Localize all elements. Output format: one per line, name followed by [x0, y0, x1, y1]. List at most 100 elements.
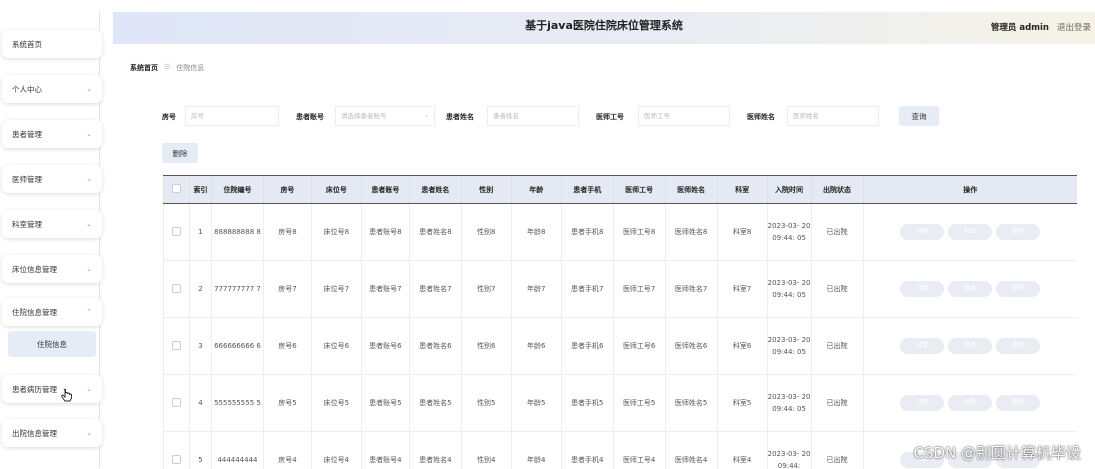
sidebar-item-discharge-management[interactable]: 出院信息管理 ⌄ — [2, 419, 102, 447]
table-cell-dept: 科室8 — [716, 203, 768, 261]
table-cell-time: 2023-03- 20 09:44: — [766, 431, 812, 469]
sidebar-item-bed-management[interactable]: 床位信息管理 ⌄ — [2, 255, 102, 283]
table-cell-phone: 患者手机7 — [560, 260, 614, 318]
table-cell-doc-name: 医师姓名4 — [664, 431, 718, 469]
delete-row-button[interactable]: 删除 — [996, 395, 1041, 411]
hand-pointer-icon — [61, 387, 73, 408]
row-checkbox[interactable] — [171, 340, 181, 350]
column-header: 索引 — [188, 175, 212, 204]
table-cell-time: 2023-03- 20 09:44: 05 — [766, 374, 812, 432]
edit-button[interactable]: 修改 — [948, 338, 993, 354]
sidebar-item-personal-center[interactable]: 个人中心 ⌄ — [2, 75, 102, 103]
table-cell-id: 444444444 — [210, 431, 264, 469]
table-cell-bed: 床位号5 — [310, 374, 362, 432]
doctor-id-placeholder: 医师工号 — [644, 112, 670, 120]
header-user-area: 管理员 admin 退出登录 — [991, 21, 1091, 33]
table-cell-room: 房号6 — [262, 317, 312, 375]
sidebar-item-label: 患者病历管理 — [12, 384, 57, 394]
row-actions-cell: 详情 修改 删除 — [862, 374, 1077, 432]
doctor-name-label: 医师姓名 — [747, 113, 775, 121]
edit-button[interactable]: 修改 — [948, 395, 993, 411]
chevron-down-icon: ⌄ — [86, 85, 92, 93]
table-cell-id: 555555555 5 — [210, 374, 264, 432]
room-label: 房号 — [162, 113, 176, 121]
doctor-name-input[interactable]: 医师姓名 — [787, 106, 879, 126]
delete-row-button[interactable]: 删除 — [996, 224, 1041, 240]
sidebar: 系统首页 个人中心 ⌄ 患者管理 ⌄ 医师管理 ⌄ 科室管理 ⌄ 床位信息管理 … — [0, 0, 108, 469]
table-cell-account: 患者账号5 — [360, 374, 410, 432]
delete-button[interactable]: 删除 — [162, 143, 198, 163]
row-checkbox[interactable] — [171, 397, 181, 407]
table-cell-bed: 床位号6 — [310, 317, 362, 375]
detail-button[interactable]: 详情 — [900, 338, 945, 354]
table-cell-phone: 患者手机6 — [560, 317, 614, 375]
edit-button[interactable]: 修改 — [948, 281, 993, 297]
table-cell-doc-id: 医师工号6 — [612, 317, 666, 375]
table-cell-gender: 性别6 — [460, 317, 512, 375]
table-cell-dept: 科室7 — [716, 260, 768, 318]
column-header: 医师工号 — [612, 175, 666, 204]
sidebar-item-doctor-management[interactable]: 医师管理 ⌄ — [2, 165, 102, 193]
table-row: 4 555555555 5 房号5 床位号5 患者账号5 患者姓名5 性别5 年龄5 患者手机5… — [163, 374, 1077, 432]
table-cell-gender: 性别5 — [460, 374, 512, 432]
breadcrumb-home[interactable]: 系统首页 — [130, 63, 158, 73]
table-cell-phone: 患者手机8 — [560, 203, 614, 261]
row-checkbox[interactable] — [171, 283, 181, 293]
doctor-id-label: 医师工号 — [596, 113, 624, 121]
table-cell-doc-id: 医师工号8 — [612, 203, 666, 261]
chevron-down-icon: ⌄ — [423, 112, 429, 119]
table-cell-account: 患者账号6 — [360, 317, 410, 375]
sidebar-item-medical-record-management[interactable]: 患者病历管理 ⌄ — [2, 375, 102, 403]
table-cell-id: 666666666 6 — [210, 317, 264, 375]
detail-button[interactable]: 详情 — [900, 395, 945, 411]
delete-row-button[interactable]: 删除 — [996, 338, 1041, 354]
table-cell-room: 房号7 — [262, 260, 312, 318]
table-cell-dept: 科室4 — [716, 431, 768, 469]
column-header: 性别 — [460, 175, 512, 204]
edit-button[interactable]: 修改 — [948, 224, 993, 240]
table-cell-doc-id: 医师工号5 — [612, 374, 666, 432]
room-input[interactable]: 房号 — [185, 106, 279, 126]
patient-name-input[interactable]: 患者姓名 — [487, 106, 579, 126]
table-cell-age: 年龄8 — [510, 203, 562, 261]
table-cell-age: 年龄4 — [510, 431, 562, 469]
column-header: 患者手机 — [560, 175, 614, 204]
table-cell-name: 患者姓名6 — [408, 317, 462, 375]
detail-button[interactable]: 详情 — [900, 224, 945, 240]
sidebar-item-home[interactable]: 系统首页 — [2, 30, 102, 58]
row-select-cell — [163, 431, 190, 469]
table-cell-doc-name: 医师姓名7 — [664, 260, 718, 318]
row-actions-cell: 详情 修改 删除 — [862, 203, 1077, 261]
row-checkbox[interactable] — [171, 226, 181, 236]
table-cell-account: 患者账号8 — [360, 203, 410, 261]
watermark: CSDN @别圆计算机毕设 — [913, 444, 1081, 462]
table-cell-bed: 床位号8 — [310, 203, 362, 261]
logout-link[interactable]: 退出登录 — [1057, 21, 1091, 33]
sidebar-item-label: 住院信息管理 — [12, 307, 57, 317]
sidebar-subitem-admission-info[interactable]: 住院信息 — [8, 331, 96, 357]
table-body: 1 888888888 8 房号8 床位号8 患者账号8 患者姓名8 性别8 年龄8 患者手机8… — [163, 203, 1077, 469]
sidebar-subitem-label: 住院信息 — [37, 339, 67, 349]
table-cell-status: 已出院 — [810, 431, 864, 469]
query-button[interactable]: 查询 — [899, 106, 939, 126]
row-checkbox[interactable] — [171, 454, 181, 464]
table-cell-age: 年龄6 — [510, 317, 562, 375]
sidebar-item-department-management[interactable]: 科室管理 ⌄ — [2, 210, 102, 238]
table-cell-phone: 患者手机5 — [560, 374, 614, 432]
table-row: 2 777777777 7 房号7 床位号7 患者账号7 患者姓名7 性别7 年龄7 患者手机7… — [163, 260, 1077, 318]
sidebar-item-patient-management[interactable]: 患者管理 ⌄ — [2, 120, 102, 148]
row-select-cell — [163, 317, 190, 375]
table-cell-index: 1 — [188, 203, 212, 261]
table-cell-name: 患者姓名8 — [408, 203, 462, 261]
detail-button[interactable]: 详情 — [900, 281, 945, 297]
select-all-checkbox[interactable] — [171, 184, 181, 193]
doctor-id-input[interactable]: 医师工号 — [638, 106, 730, 126]
chevron-down-icon: ⌄ — [86, 265, 92, 273]
table-cell-room: 房号5 — [262, 374, 312, 432]
doctor-name-placeholder: 医师姓名 — [793, 112, 819, 120]
sidebar-item-admission-management[interactable]: 住院信息管理 ⌃ — [2, 298, 102, 326]
delete-row-button[interactable]: 删除 — [996, 281, 1041, 297]
table-cell-dept: 科室6 — [716, 317, 768, 375]
table-cell-name: 患者姓名4 — [408, 431, 462, 469]
patient-account-select[interactable]: 请选择患者账号 ⌄ — [335, 106, 435, 126]
